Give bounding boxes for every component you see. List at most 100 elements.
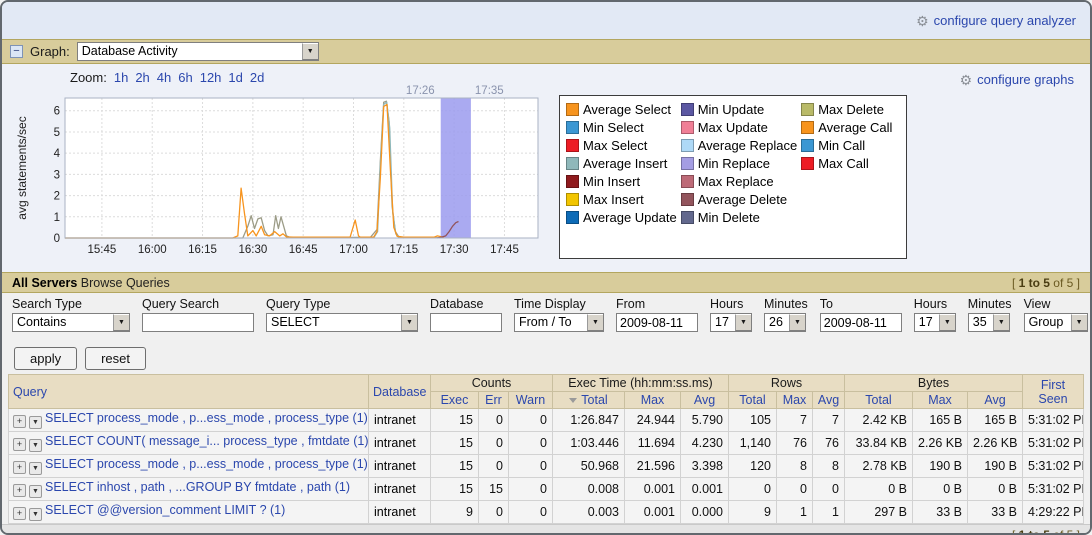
- col-header-rows-max[interactable]: Max: [777, 392, 813, 409]
- col-header-first-seen[interactable]: First Seen: [1023, 375, 1084, 409]
- col-header-bytes-total[interactable]: Total: [845, 392, 913, 409]
- query-link[interactable]: SELECT @@version_comment LIMIT ? (1): [45, 503, 285, 517]
- from-minutes-select[interactable]: 26▼: [764, 313, 806, 332]
- value-cell: 0 B: [913, 478, 968, 501]
- filter-field-database-input: Database: [430, 297, 502, 343]
- legend-item: Max Update: [681, 120, 798, 135]
- value-cell: 5.790: [681, 409, 729, 432]
- zoom-12h-link[interactable]: 12h: [200, 70, 222, 85]
- row-menu-button[interactable]: ▼: [29, 416, 42, 429]
- from-hours-select[interactable]: 17▼: [710, 313, 752, 332]
- row-menu-button[interactable]: ▼: [29, 485, 42, 498]
- row-menu-button[interactable]: ▼: [29, 462, 42, 475]
- zoom-1h-link[interactable]: 1h: [114, 70, 128, 85]
- from-hours-select-value: 17: [711, 314, 735, 331]
- legend-item: Min Call: [801, 138, 892, 153]
- query-search-input[interactable]: [142, 313, 254, 332]
- col-header-exec-total[interactable]: Total: [553, 392, 625, 409]
- zoom-1d-link[interactable]: 1d: [228, 70, 242, 85]
- query-table-row: +▼SELECT process_mode , p...ess_mode , p…: [9, 409, 1084, 432]
- view-select[interactable]: Group▼: [1024, 313, 1088, 332]
- time-display-select[interactable]: From / To▼: [514, 313, 604, 332]
- col-header-err[interactable]: Err: [479, 392, 509, 409]
- filter-label: Search Type: [12, 297, 130, 311]
- expand-row-button[interactable]: +: [13, 484, 26, 497]
- svg-text:17:26: 17:26: [406, 85, 435, 97]
- value-cell: 15: [431, 432, 479, 455]
- to-input[interactable]: [820, 313, 902, 332]
- dropdown-arrow-icon: ▼: [113, 314, 129, 331]
- legend-column: Average Select Min Select Max Select Averag…: [566, 102, 677, 254]
- dropdown-arrow-icon: ▼: [1071, 314, 1087, 331]
- col-header-exec-avg[interactable]: Avg: [681, 392, 729, 409]
- legend-swatch-icon: [681, 175, 694, 188]
- filter-label: From: [616, 297, 698, 311]
- legend-item: Min Delete: [681, 210, 798, 225]
- col-header-bytes-avg[interactable]: Avg: [968, 392, 1023, 409]
- value-cell: 0: [479, 409, 509, 432]
- from-input[interactable]: [616, 313, 698, 332]
- query-link[interactable]: SELECT process_mode , p...ess_mode , pro…: [45, 457, 368, 471]
- zoom-6h-link[interactable]: 6h: [178, 70, 192, 85]
- col-header-query[interactable]: Query: [9, 375, 369, 409]
- filter-label: Query Type: [266, 297, 418, 311]
- query-type-select[interactable]: SELECT▼: [266, 313, 418, 332]
- graph-select[interactable]: Database Activity ▼: [77, 42, 319, 61]
- query-link[interactable]: SELECT inhost , path , ...GROUP BY fmtda…: [45, 480, 350, 494]
- to-hours-select[interactable]: 17▼: [914, 313, 956, 332]
- expand-row-button[interactable]: +: [13, 507, 26, 520]
- value-cell: 0.003: [553, 501, 625, 524]
- database-input[interactable]: [430, 313, 502, 332]
- configure-query-analyzer-link[interactable]: ⚙ configure query analyzer: [916, 13, 1076, 28]
- value-cell: 15: [431, 409, 479, 432]
- legend-label: Min Update: [698, 102, 764, 117]
- view-select-value: Group: [1025, 314, 1071, 331]
- expand-row-button[interactable]: +: [13, 415, 26, 428]
- query-table-row: +▼SELECT @@version_comment LIMIT ? (1)in…: [9, 501, 1084, 524]
- svg-text:16:15: 16:15: [188, 244, 217, 256]
- filter-label: View: [1024, 297, 1088, 311]
- col-header-exec[interactable]: Exec: [431, 392, 479, 409]
- legend-item: Min Select: [566, 120, 677, 135]
- query-link[interactable]: SELECT process_mode , p...ess_mode , pro…: [45, 411, 368, 425]
- row-menu-button[interactable]: ▼: [29, 439, 42, 452]
- configure-graphs-label: configure graphs: [977, 72, 1074, 87]
- col-header-bytes-max[interactable]: Max: [913, 392, 968, 409]
- zoom-2h-link[interactable]: 2h: [135, 70, 149, 85]
- legend-label: Average Select: [583, 102, 671, 117]
- reset-button[interactable]: reset: [85, 347, 146, 370]
- zoom-2d-link[interactable]: 2d: [250, 70, 264, 85]
- col-header-exec-max[interactable]: Max: [625, 392, 681, 409]
- row-menu-button[interactable]: ▼: [29, 508, 42, 521]
- col-header-rows-total[interactable]: Total: [729, 392, 777, 409]
- filter-field-to-hours-select: Hours 17▼: [914, 297, 956, 343]
- col-header-rows-avg[interactable]: Avg: [813, 392, 845, 409]
- collapse-graph-button[interactable]: −: [10, 45, 23, 58]
- col-header-database[interactable]: Database: [369, 375, 431, 409]
- configure-graphs-link[interactable]: ⚙ configure graphs: [960, 72, 1074, 87]
- value-cell: 5:31:02 PM: [1023, 409, 1084, 432]
- apply-button[interactable]: apply: [14, 347, 77, 370]
- filter-field-from-minutes-select: Minutes26▼: [764, 297, 808, 343]
- chart-legend: Average Select Min Select Max Select Averag…: [559, 95, 907, 259]
- filter-section: Search TypeContains▼Query SearchQuery Ty…: [2, 293, 1090, 343]
- legend-item: Average Insert: [566, 156, 677, 171]
- col-group-rows: Rows: [729, 375, 845, 392]
- value-cell: 0: [729, 478, 777, 501]
- database-cell: intranet: [369, 455, 431, 478]
- zoom-4h-link[interactable]: 4h: [157, 70, 171, 85]
- legend-label: Max Select: [583, 138, 647, 153]
- query-table-wrap: Query Database Counts Exec Time (hh:mm:s…: [2, 374, 1090, 524]
- col-header-warn[interactable]: Warn: [509, 392, 553, 409]
- expand-row-button[interactable]: +: [13, 438, 26, 451]
- query-link[interactable]: SELECT COUNT( message_i... process_type …: [45, 434, 369, 448]
- value-cell: 190 B: [913, 455, 968, 478]
- configure-query-analyzer-label: configure query analyzer: [934, 13, 1076, 28]
- svg-text:17:30: 17:30: [440, 244, 469, 256]
- search-type-select[interactable]: Contains▼: [12, 313, 130, 332]
- value-cell: 1,140: [729, 432, 777, 455]
- to-minutes-select[interactable]: 35▼: [968, 313, 1010, 332]
- expand-row-button[interactable]: +: [13, 461, 26, 474]
- filter-label: Hours: [914, 297, 956, 311]
- svg-text:6: 6: [54, 106, 60, 118]
